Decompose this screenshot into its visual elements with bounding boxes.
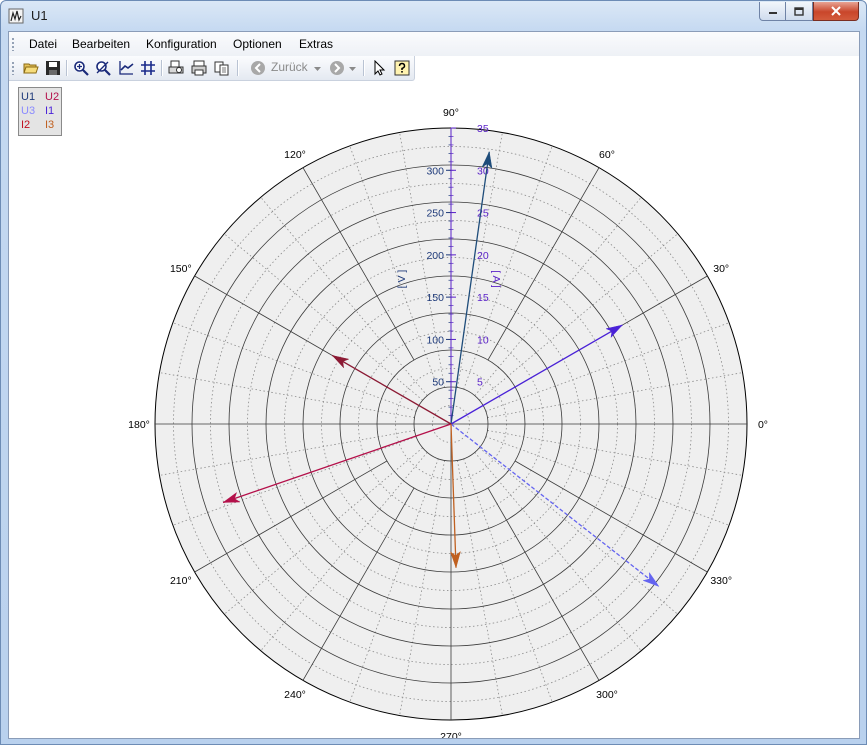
minimize-icon	[768, 12, 777, 14]
app-chart-icon	[8, 8, 24, 24]
angle-label: 150°	[170, 263, 192, 275]
window-title: U1	[31, 8, 48, 23]
angle-label: 90°	[443, 107, 459, 119]
close-icon	[831, 6, 841, 16]
polar-chart[interactable]: 0° 30° 60° 90° 120° 150° 180° 210° 240° 270° 300° 3…	[9, 32, 859, 738]
current-tick-label: 15	[477, 292, 489, 304]
minimize-button[interactable]	[759, 2, 786, 21]
angle-label: 0°	[758, 419, 768, 431]
angle-label: 300°	[596, 689, 618, 701]
current-axis-label: [ A ]	[490, 270, 502, 288]
angle-label: 270°	[440, 731, 462, 738]
maximize-icon	[794, 6, 804, 16]
angle-label: 210°	[170, 575, 192, 587]
voltage-tick-label: 200	[426, 250, 444, 262]
voltage-tick-label: 150	[426, 292, 444, 304]
application-window: U1 Datei Bearbeiten Konfiguration Option…	[0, 0, 867, 745]
voltage-tick-label: 50	[432, 377, 444, 389]
voltage-tick-label: 100	[426, 334, 444, 346]
angle-label: 60°	[599, 149, 615, 161]
current-tick-label: 25	[477, 208, 489, 220]
angle-label: 180°	[128, 419, 150, 431]
title-bar[interactable]: U1	[1, 1, 866, 31]
current-tick-label: 10	[477, 334, 489, 346]
voltage-tick-label: 300	[426, 165, 444, 177]
current-tick-label: 35	[477, 123, 489, 135]
voltage-axis-label: [ V ]	[396, 270, 408, 289]
angle-label: 240°	[284, 689, 306, 701]
maximize-button[interactable]	[786, 2, 813, 21]
angle-label: 330°	[710, 575, 732, 587]
angle-label: 30°	[713, 263, 729, 275]
client-area: Datei Bearbeiten Konfiguration Optionen …	[8, 31, 860, 739]
current-tick-label: 5	[477, 377, 483, 389]
angle-label: 120°	[284, 149, 306, 161]
current-tick-label: 20	[477, 250, 489, 262]
voltage-tick-label: 250	[426, 208, 444, 220]
close-button[interactable]	[813, 2, 859, 21]
